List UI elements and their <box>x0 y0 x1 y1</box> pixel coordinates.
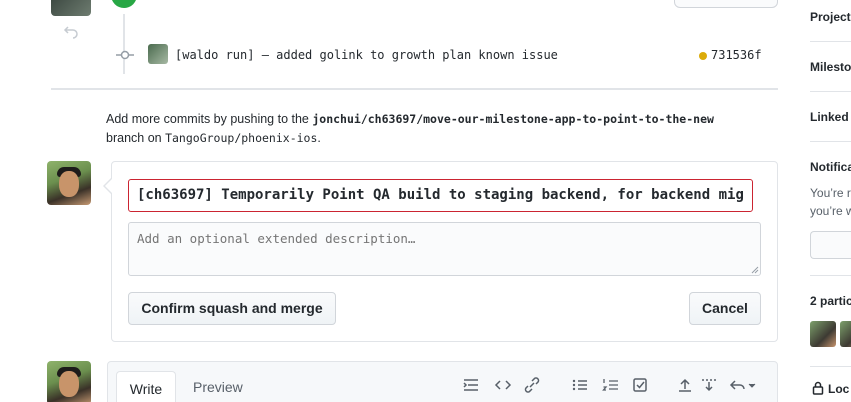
heading-icon[interactable] <box>462 377 480 393</box>
resize-grip-icon[interactable] <box>751 266 759 274</box>
commit-title-input[interactable]: [ch63697] Temporarily Point QA build to … <box>128 179 753 212</box>
confirm-squash-merge-button[interactable]: Confirm squash and merge <box>128 292 336 325</box>
undo-icon <box>63 26 78 39</box>
timeline-divider <box>51 88 778 90</box>
participant-avatar[interactable] <box>840 321 851 347</box>
unordered-list-icon[interactable] <box>571 377 589 393</box>
ordered-list-icon[interactable] <box>602 377 620 393</box>
commit-message[interactable]: [waldo run] – added golink to growth pla… <box>175 48 558 62</box>
user-avatar[interactable] <box>47 161 91 205</box>
lock-conversation[interactable]: Loc <box>828 382 849 396</box>
tab-preview[interactable]: Preview <box>193 379 243 395</box>
branch-name: jonchui/ch63697/move-our-milestone-app-t… <box>312 112 714 126</box>
sidebar-participants: 2 partic <box>810 294 851 308</box>
merge-box-pointer-inner <box>105 179 112 193</box>
subscribe-button[interactable] <box>810 231 851 259</box>
notifications-text-line-1: You’re r <box>810 186 851 200</box>
upload-icon[interactable] <box>676 377 694 393</box>
push-hint-suffix: . <box>317 131 321 145</box>
sidebar-divider <box>810 366 851 367</box>
sidebar-linked[interactable]: Linked <box>810 110 849 124</box>
code-icon[interactable] <box>494 377 512 393</box>
commit-sha[interactable]: 731536f <box>711 48 762 62</box>
mention-icon[interactable] <box>700 377 718 393</box>
task-list-icon[interactable] <box>632 377 650 393</box>
sidebar-divider <box>810 91 851 92</box>
participant-avatar[interactable] <box>810 321 836 347</box>
top-action-button[interactable] <box>674 0 778 8</box>
lock-icon <box>812 381 824 395</box>
commit-status-dot[interactable] <box>699 52 707 60</box>
sidebar-notifications: Notifica <box>810 160 851 174</box>
avatar <box>51 0 91 16</box>
push-hint-prefix: Add more commits by pushing to the <box>106 112 313 126</box>
push-hint: Add more commits by pushing to the jonch… <box>106 110 766 148</box>
commit-description-field[interactable] <box>128 222 761 276</box>
push-hint-middle: branch on <box>106 131 166 145</box>
sidebar-divider <box>810 41 851 42</box>
cancel-button[interactable]: Cancel <box>689 292 761 325</box>
comment-avatar[interactable] <box>47 361 91 402</box>
sidebar-divider <box>810 141 851 142</box>
merged-icon <box>111 0 137 8</box>
commit-author-avatar[interactable] <box>148 44 168 64</box>
repo-name[interactable]: TangoGroup/phoenix-ios <box>165 131 317 145</box>
tab-write[interactable]: Write <box>116 371 176 402</box>
avatar-face <box>59 371 79 397</box>
sidebar-projects[interactable]: Project <box>810 10 851 24</box>
commit-row: [waldo run] – added golink to growth pla… <box>114 44 778 66</box>
avatar-face <box>59 171 79 197</box>
notifications-text-line-2: you’re w <box>810 204 851 218</box>
sidebar-divider <box>810 275 851 276</box>
sidebar-milestone[interactable]: Milesto <box>810 60 851 74</box>
link-icon[interactable] <box>523 377 541 393</box>
commit-icon <box>116 50 134 60</box>
reply-icon[interactable] <box>729 377 757 393</box>
